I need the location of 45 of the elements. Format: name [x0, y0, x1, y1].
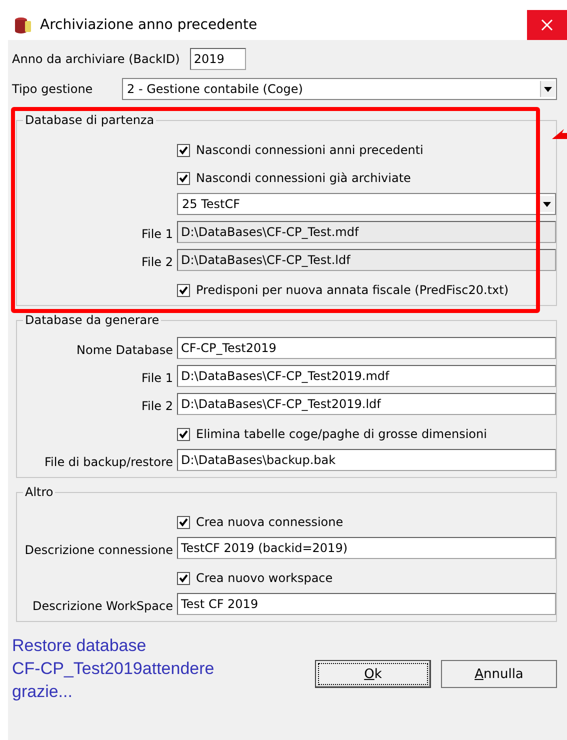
database-icon [14, 16, 32, 34]
checkbox[interactable] [177, 572, 190, 584]
checkbox-label[interactable]: Predisponi per nuova annata fiscale (PredFisc20.txt) [196, 283, 509, 297]
checkbox-label[interactable]: Nascondi connessioni anni precedenti [196, 143, 424, 157]
text-field[interactable]: D:\DataBases\CF-CP_Test.ldf [177, 249, 556, 271]
text-field[interactable]: CF-CP_Test2019 [177, 337, 556, 359]
checkbox[interactable] [177, 144, 190, 156]
field-label: Nome Database [76, 343, 173, 359]
management-type-dropdown[interactable]: 2 - Gestione contabile (Coge) [122, 78, 557, 100]
checkbox[interactable] [177, 284, 190, 296]
text-field[interactable]: D:\DataBases\CF-CP_Test2019.mdf [177, 365, 556, 387]
field-label: File 1 [140, 227, 173, 243]
window-title: Archiviazione anno precedente [40, 17, 258, 33]
year-field[interactable]: 2019 [190, 48, 246, 70]
dropdown-arrow-icon [543, 202, 551, 206]
year-label: Anno da archiviare (BackID) [12, 52, 180, 66]
text-field[interactable]: Test CF 2019 [177, 593, 556, 615]
group-title: Altro [23, 485, 56, 499]
connection-dropdown[interactable]: 25 TestCF [177, 193, 556, 215]
checkbox[interactable] [177, 516, 190, 528]
dialog-button[interactable]: Ok [315, 660, 431, 688]
text-field[interactable]: TestCF 2019 (backid=2019) [177, 537, 556, 559]
close-button[interactable] [527, 10, 567, 40]
text-field[interactable]: D:\DataBases\CF-CP_Test.mdf [177, 221, 556, 243]
field-label: File 2 [140, 255, 173, 271]
field-label: File 1 [140, 371, 173, 387]
text-field[interactable]: D:\DataBases\backup.bak [177, 449, 556, 471]
checkbox-label[interactable]: Elimina tabelle coge/paghe di grosse dimensioni [196, 427, 487, 441]
checkbox-label[interactable]: Crea nuovo workspace [196, 571, 333, 585]
field-label: File di backup/restore [44, 455, 173, 471]
management-type-label: Tipo gestione [12, 82, 94, 96]
close-icon [541, 19, 553, 31]
checkbox[interactable] [177, 172, 190, 184]
group-title: Database da generare [23, 313, 162, 327]
text-field[interactable]: D:\DataBases\CF-CP_Test2019.ldf [177, 393, 556, 415]
checkbox-label[interactable]: Crea nuova connessione [196, 515, 344, 529]
status-message: Restore database CF-CP_Test2019attendere grazie... [12, 635, 216, 703]
field-label: Descrizione connessione [24, 543, 173, 559]
dropdown-arrow-icon [544, 86, 552, 92]
group-title: Database di partenza [23, 113, 156, 127]
field-label: File 2 [140, 399, 173, 415]
checkbox[interactable] [177, 428, 190, 440]
dialog-button[interactable]: Annulla [441, 660, 557, 688]
field-label: Descrizione WorkSpace [32, 599, 173, 615]
checkbox-label[interactable]: Nascondi connessioni già archiviate [196, 171, 411, 185]
